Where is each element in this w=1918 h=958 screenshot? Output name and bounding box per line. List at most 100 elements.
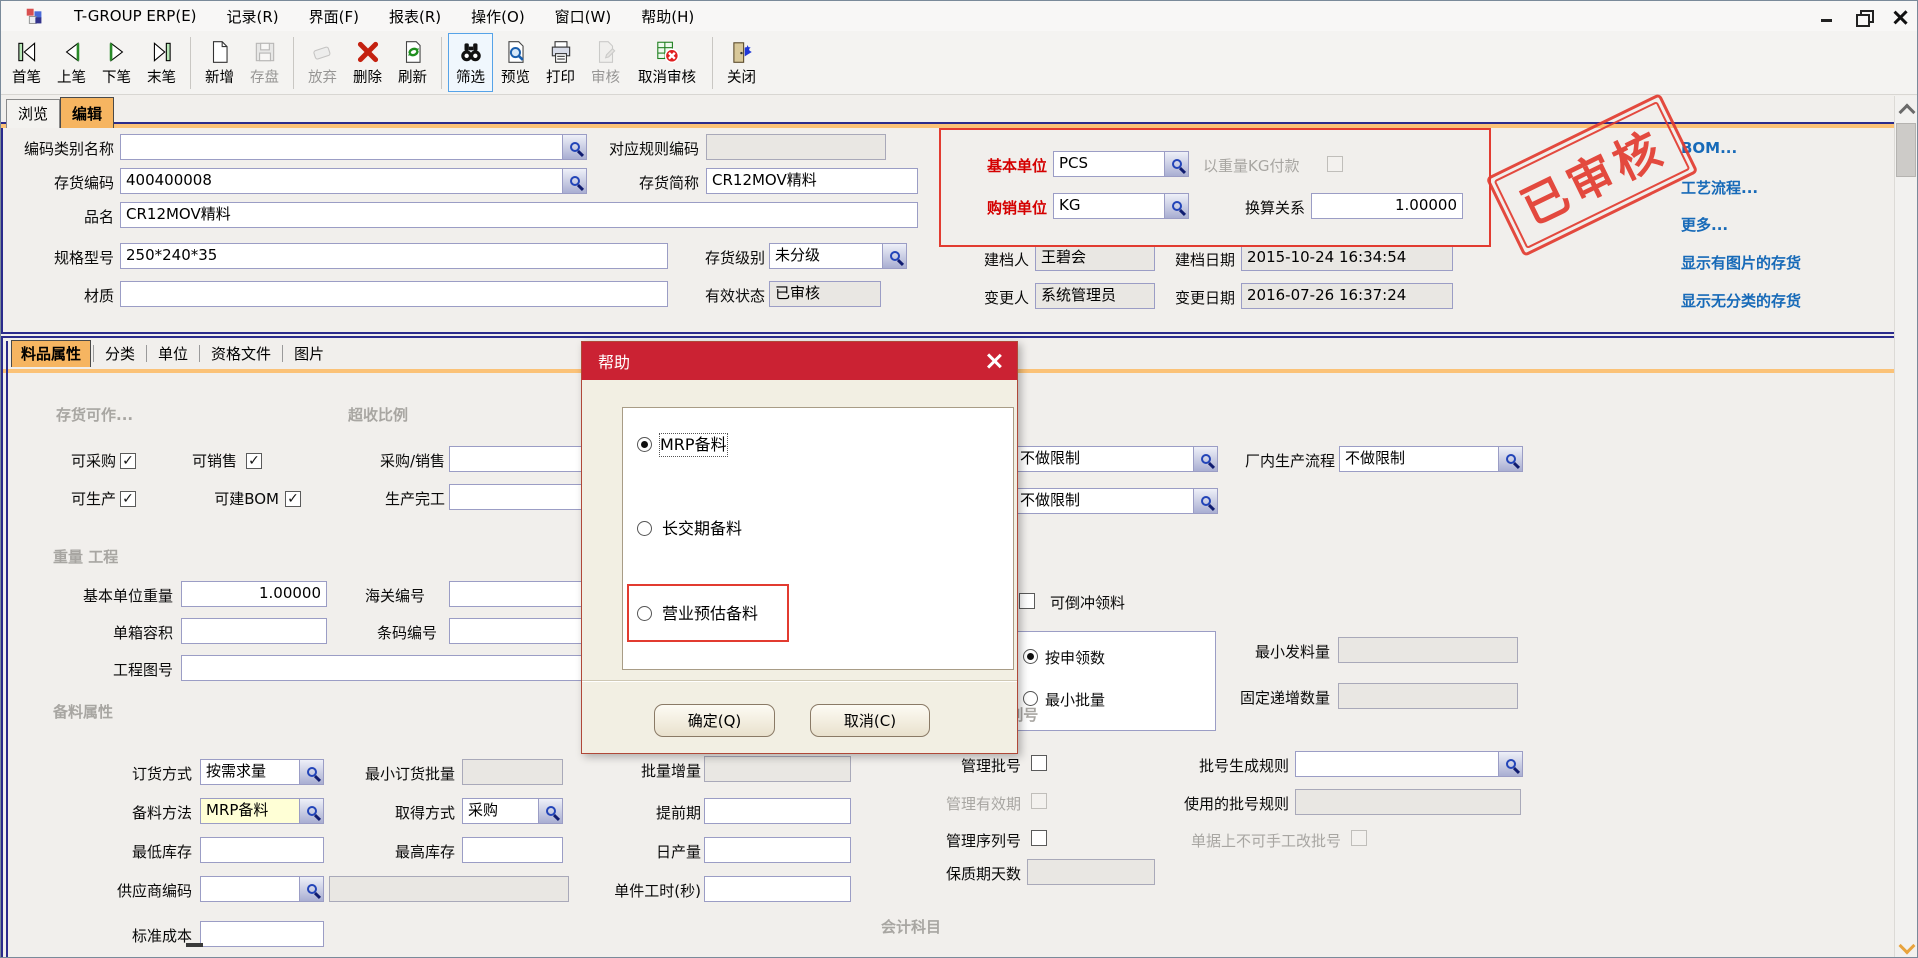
option-long-lead-radio[interactable] <box>637 521 652 536</box>
inventory-abbr-field[interactable]: CR12MOV精料 <box>706 168 918 194</box>
limit-field-1[interactable]: 不做限制 <box>1014 446 1218 472</box>
lookup-button[interactable] <box>1193 447 1217 471</box>
cancel-button[interactable]: 取消(C) <box>810 704 930 737</box>
manage-validity-checkbox <box>1031 793 1047 809</box>
scrollbar-down-icon[interactable] <box>1895 934 1917 958</box>
refresh-button[interactable]: 刷新 <box>390 33 435 92</box>
product-name-field[interactable]: CR12MOV精料 <box>120 202 918 228</box>
can-buy-checkbox[interactable] <box>120 453 136 469</box>
ok-button[interactable]: 确定(Q) <box>654 704 775 737</box>
prep-method-field[interactable]: MRP备料 <box>200 798 324 824</box>
lead-time-field[interactable] <box>704 798 851 824</box>
lookup-button[interactable] <box>299 760 323 784</box>
filter-button[interactable]: 筛选 <box>448 33 493 92</box>
field-value: 400400008 <box>126 171 212 189</box>
batch-rule-field[interactable] <box>1295 751 1523 777</box>
box-volume-field[interactable] <box>181 618 327 644</box>
next-record-button[interactable]: 下笔 <box>94 33 139 92</box>
magnifier-icon <box>570 176 580 186</box>
dialog-close-icon[interactable] <box>985 352 1003 370</box>
dialog-titlebar[interactable]: 帮助 <box>582 342 1017 380</box>
option-mrp-radio[interactable] <box>637 437 652 452</box>
manage-batch-checkbox[interactable] <box>1031 755 1047 771</box>
trade-unit-field[interactable]: KG <box>1053 193 1189 219</box>
can-sell-label: 可销售 <box>179 448 237 474</box>
add-button[interactable]: 新增 <box>197 33 242 92</box>
close-icon[interactable] <box>1891 9 1909 25</box>
option-long-lead-label[interactable]: 长交期备料 <box>662 518 742 540</box>
tab-units[interactable]: 单位 <box>149 341 197 367</box>
lookup-button[interactable] <box>1164 194 1188 218</box>
factory-flow-field[interactable]: 不做限制 <box>1339 446 1523 472</box>
can-bom-checkbox[interactable] <box>285 491 301 507</box>
supplier-code-field[interactable] <box>200 876 324 902</box>
order-mode-field[interactable]: 按需求量 <box>200 759 324 785</box>
inventory-level-field[interactable]: 未分级 <box>769 243 907 269</box>
menu-item-help[interactable]: 帮助(H) <box>641 6 694 27</box>
scrollbar-thumb[interactable] <box>1896 123 1916 177</box>
base-weight-field[interactable]: 1.00000 <box>181 581 327 607</box>
tab-qualification-files[interactable]: 资格文件 <box>202 341 280 367</box>
can-sell-checkbox[interactable] <box>246 453 262 469</box>
daily-output-field[interactable] <box>704 837 851 863</box>
prev-record-button[interactable]: 上笔 <box>49 33 94 92</box>
acquire-mode-field[interactable]: 采购 <box>462 798 563 824</box>
option-mrp-label[interactable]: MRP备料 <box>660 434 727 456</box>
max-stock-field[interactable] <box>462 837 563 863</box>
preview-button[interactable]: 预览 <box>493 33 538 92</box>
lookup-button[interactable] <box>882 244 906 268</box>
tab-edit[interactable]: 编辑 <box>60 97 114 128</box>
cancel-approve-button[interactable]: 取消审核 <box>628 33 706 92</box>
show-unclassified-link[interactable]: 显示无分类的存货 <box>1681 290 1801 311</box>
std-cost-field[interactable] <box>200 921 324 947</box>
close-form-button[interactable]: 关闭 <box>719 33 764 92</box>
code-category-field[interactable] <box>120 134 587 160</box>
preview-icon <box>502 39 529 66</box>
menu-item-window[interactable]: 窗口(W) <box>555 6 612 27</box>
first-record-button[interactable]: 首笔 <box>4 33 49 92</box>
minimize-icon[interactable] <box>1819 9 1837 25</box>
menu-item-record[interactable]: 记录(R) <box>227 6 279 27</box>
show-with-image-link[interactable]: 显示有图片的存货 <box>1681 252 1801 273</box>
process-flow-link[interactable]: 工艺流程... <box>1681 177 1758 198</box>
lookup-button[interactable] <box>1498 447 1522 471</box>
by-apply-radio[interactable] <box>1023 649 1038 664</box>
menu-item-report[interactable]: 报表(R) <box>389 6 441 27</box>
lookup-button[interactable] <box>538 799 562 823</box>
create-date-label: 建档日期 <box>1149 247 1235 273</box>
tab-browse[interactable]: 浏览 <box>6 99 60 128</box>
can-make-checkbox[interactable] <box>120 491 136 507</box>
inventory-code-field[interactable]: 400400008 <box>120 168 587 194</box>
manage-serial-checkbox[interactable] <box>1031 830 1047 846</box>
tab-classification[interactable]: 分类 <box>96 341 144 367</box>
conversion-ratio-field[interactable]: 1.00000 <box>1311 193 1463 219</box>
bom-link[interactable]: BOM... <box>1681 139 1737 157</box>
dialog-divider <box>582 680 1017 682</box>
restore-icon[interactable] <box>1855 9 1873 25</box>
option-sales-forecast-label[interactable]: 营业预估备料 <box>662 603 758 625</box>
unit-time-field[interactable] <box>704 876 851 902</box>
tab-images[interactable]: 图片 <box>285 341 333 367</box>
delete-button[interactable]: 删除 <box>345 33 390 92</box>
magnifier-icon <box>1172 201 1182 211</box>
lookup-button[interactable] <box>1164 152 1188 176</box>
last-record-button[interactable]: 末笔 <box>139 33 184 92</box>
menu-item-interface[interactable]: 界面(F) <box>309 6 359 27</box>
tab-item-attributes[interactable]: 料品属性 <box>11 340 91 367</box>
menu-item-app[interactable]: T-GROUP ERP(E) <box>74 7 197 25</box>
limit-field-2[interactable]: 不做限制 <box>1014 488 1218 514</box>
spec-field[interactable]: 250*240*35 <box>120 243 668 269</box>
min-stock-field[interactable] <box>200 837 324 863</box>
lookup-button[interactable] <box>1193 489 1217 513</box>
scrollbar-up-icon[interactable] <box>1895 96 1917 121</box>
print-button[interactable]: 打印 <box>538 33 583 92</box>
material-field[interactable] <box>120 281 668 307</box>
option-sales-forecast-radio[interactable] <box>637 606 652 621</box>
lookup-button[interactable] <box>299 877 323 901</box>
menu-item-operation[interactable]: 操作(O) <box>471 6 525 27</box>
more-link[interactable]: 更多... <box>1681 214 1728 235</box>
lookup-button[interactable] <box>299 799 323 823</box>
lookup-button[interactable] <box>1498 752 1522 776</box>
base-unit-field[interactable]: PCS <box>1053 151 1189 177</box>
backflush-checkbox[interactable] <box>1019 593 1035 609</box>
